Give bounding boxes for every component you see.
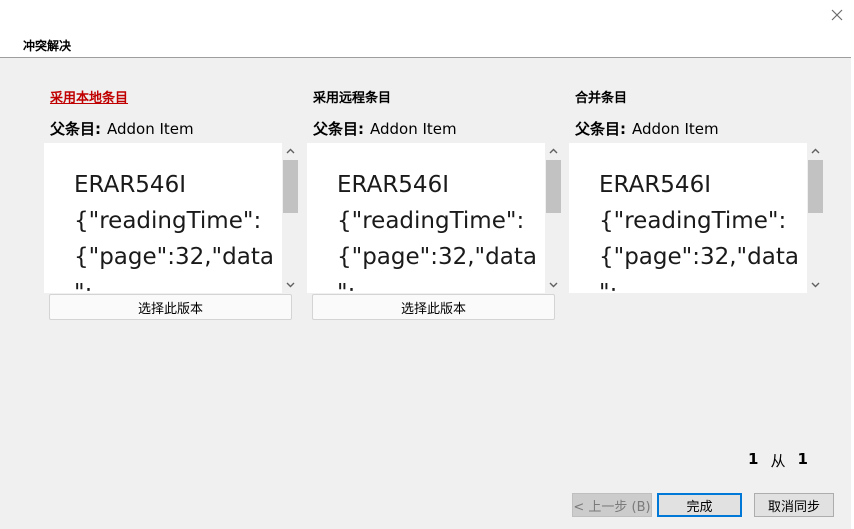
- chevron-down-icon: [286, 282, 295, 288]
- local-item-content: ERAR546I {"readingTime": {"page":32,"dat…: [74, 172, 274, 293]
- parent-item-label: 父条目:: [313, 120, 364, 138]
- scroll-thumb[interactable]: [546, 160, 561, 213]
- close-icon: [831, 9, 843, 21]
- choose-remote-version-button[interactable]: 选择此版本: [312, 294, 555, 320]
- merged-item-header[interactable]: 合并条目: [575, 87, 627, 106]
- parent-item-remote: 父条目: Addon Item: [313, 118, 457, 139]
- chevron-up-icon: [811, 148, 820, 154]
- parent-item-value: Addon Item: [107, 120, 194, 138]
- scroll-down-button[interactable]: [807, 277, 824, 293]
- merged-item-content: ERAR546I {"readingTime": {"page":32,"dat…: [599, 172, 799, 293]
- conflict-pager: 1 从 1: [748, 450, 808, 471]
- use-remote-item-header[interactable]: 采用远程条目: [313, 87, 391, 106]
- chevron-down-icon: [811, 282, 820, 288]
- finish-button[interactable]: 完成: [657, 493, 742, 517]
- close-button[interactable]: [826, 4, 848, 26]
- use-local-item-link[interactable]: 采用本地条目: [50, 87, 128, 106]
- previous-button[interactable]: < 上一步 (B): [572, 493, 652, 517]
- parent-item-merged: 父条目: Addon Item: [575, 118, 719, 139]
- chevron-up-icon: [286, 148, 295, 154]
- scroll-up-button[interactable]: [545, 143, 562, 159]
- local-scrollbar[interactable]: [282, 143, 299, 293]
- scroll-up-button[interactable]: [282, 143, 299, 159]
- scroll-thumb[interactable]: [808, 160, 823, 213]
- choose-local-version-button[interactable]: 选择此版本: [49, 294, 292, 320]
- parent-item-label: 父条目:: [575, 120, 626, 138]
- parent-item-value: Addon Item: [632, 120, 719, 138]
- remote-item-panel[interactable]: ERAR546I {"readingTime": {"page":32,"dat…: [307, 143, 562, 293]
- cancel-sync-button[interactable]: 取消同步: [754, 493, 834, 517]
- chevron-down-icon: [549, 282, 558, 288]
- local-item-panel[interactable]: ERAR546I {"readingTime": {"page":32,"dat…: [44, 143, 299, 293]
- parent-item-label: 父条目:: [50, 120, 101, 138]
- merged-scrollbar[interactable]: [807, 143, 824, 293]
- scroll-up-button[interactable]: [807, 143, 824, 159]
- remote-item-content: ERAR546I {"readingTime": {"page":32,"dat…: [337, 172, 537, 293]
- pager-total: 1: [797, 450, 808, 468]
- scroll-down-button[interactable]: [282, 277, 299, 293]
- parent-item-value: Addon Item: [370, 120, 457, 138]
- scroll-thumb[interactable]: [283, 160, 298, 213]
- title-bar: 冲突解决: [0, 0, 854, 58]
- scroll-down-button[interactable]: [545, 277, 562, 293]
- pager-separator: 从: [770, 452, 786, 470]
- window-title: 冲突解决: [23, 39, 72, 53]
- chevron-up-icon: [549, 148, 558, 154]
- merged-item-panel[interactable]: ERAR546I {"readingTime": {"page":32,"dat…: [569, 143, 824, 293]
- pager-current: 1: [748, 450, 759, 468]
- parent-item-local: 父条目: Addon Item: [50, 118, 194, 139]
- remote-scrollbar[interactable]: [545, 143, 562, 293]
